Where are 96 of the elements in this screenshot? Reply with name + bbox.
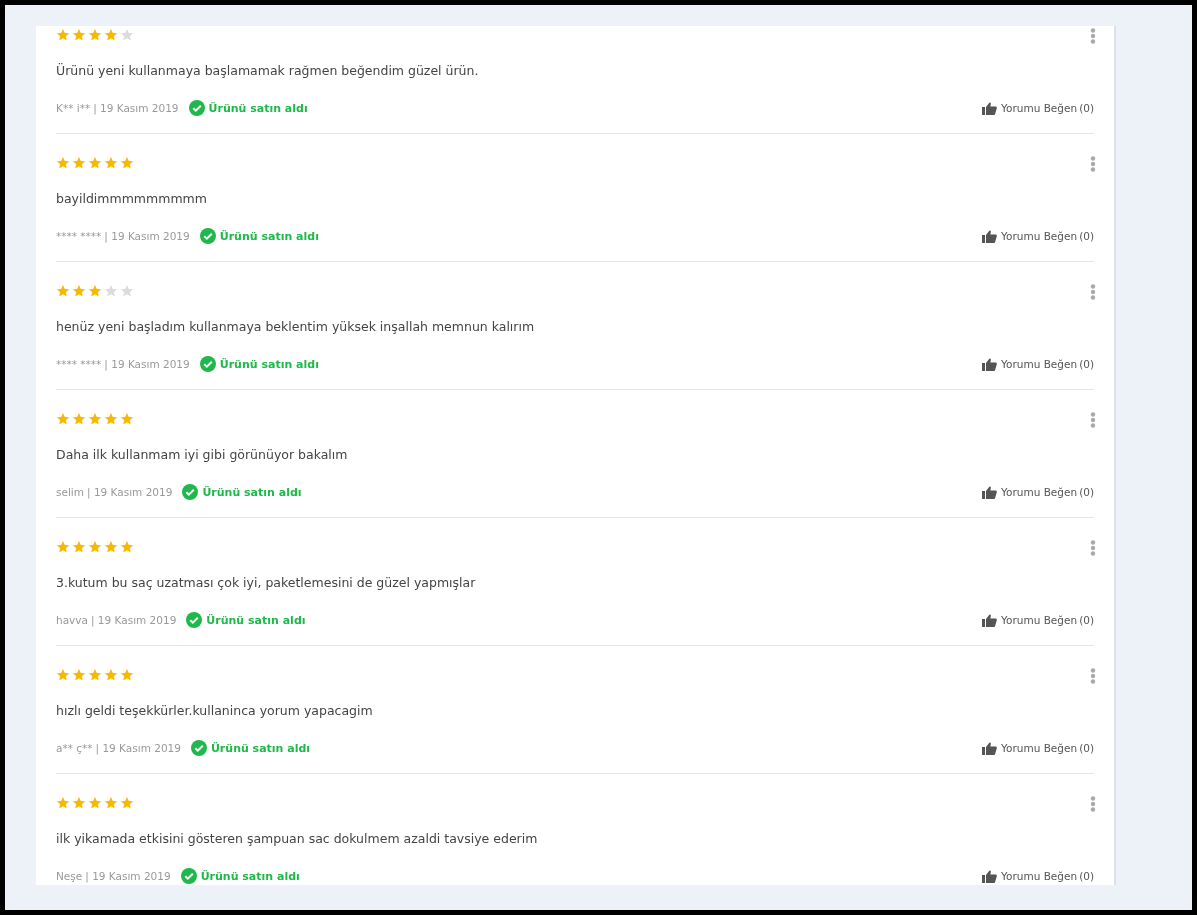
star-icon: [88, 284, 102, 298]
star-icon: [88, 412, 102, 426]
verified-purchase-label: Ürünü satın aldı: [200, 869, 300, 883]
star-icon: [56, 796, 70, 810]
review-date: | 19 Kasım 2019: [104, 230, 190, 242]
star-icon: [72, 668, 86, 682]
like-count: (0): [1079, 102, 1094, 114]
review-text: Daha ilk kullanmam iyi gibi görünüyor bakalım: [56, 447, 349, 462]
thumbs-up-icon: [982, 357, 998, 371]
review-date: | 19 Kasım 2019: [95, 742, 181, 754]
review-date: | 19 Kasım 2019: [104, 358, 190, 370]
star-icon: [56, 284, 70, 298]
thumbs-up-icon: [982, 613, 998, 627]
star-icon: [72, 156, 86, 170]
star-icon: [104, 156, 118, 170]
star-icon: [120, 668, 134, 682]
star-icon: [88, 668, 102, 682]
star-icon: [88, 28, 102, 42]
star-icon: [56, 540, 70, 554]
star-icon: [104, 412, 118, 426]
review-date: | 19 Kasım 2019: [93, 102, 179, 114]
verified-purchase-label: Ürünü satın aldı: [219, 229, 319, 243]
author-name: K** i**: [56, 102, 91, 114]
more-options-icon[interactable]: [1090, 28, 1096, 44]
star-icon: [120, 540, 134, 554]
star-icon: [56, 412, 70, 426]
more-options-icon[interactable]: [1090, 412, 1096, 428]
review-date: | 19 Kasım 2019: [85, 870, 171, 882]
thumbs-up-icon: [982, 869, 998, 883]
verified-purchase-label: Ürünü satın aldı: [219, 357, 319, 371]
like-review-button[interactable]: Yorumu Beğen: [982, 869, 1078, 883]
star-icon: [56, 156, 70, 170]
more-options-icon[interactable]: [1090, 668, 1096, 684]
author-name: havva: [56, 614, 88, 626]
review-date: | 19 Kasım 2019: [90, 614, 177, 626]
like-count: (0): [1079, 486, 1094, 498]
star-icon: [104, 668, 118, 682]
like-count: (0): [1079, 614, 1094, 626]
like-review-button[interactable]: Yorumu Beğen: [982, 357, 1078, 371]
verified-purchase-label: Ürünü satın aldı: [202, 485, 302, 499]
like-review-button[interactable]: Yorumu Beğen: [982, 229, 1078, 243]
thumbs-up-icon: [982, 229, 998, 243]
review-text: henüz yeni başladım kullanmaya beklentim yüksek inşallah memnun kalırım: [56, 319, 536, 334]
like-review-button[interactable]: Yorumu Beğen: [982, 485, 1078, 499]
star-icon: [104, 28, 118, 42]
like-count: (0): [1079, 870, 1094, 882]
star-icon: [104, 540, 118, 554]
star-icon: [88, 540, 102, 554]
like-review-button[interactable]: Yorumu Beğen: [982, 741, 1078, 755]
author-name: Neşe: [56, 870, 83, 882]
like-count: (0): [1079, 230, 1094, 242]
star-icon: [88, 796, 102, 810]
star-icon: [120, 156, 134, 170]
star-icon: [104, 796, 118, 810]
check-icon: [186, 612, 203, 628]
star-icon: [72, 412, 86, 426]
review-text: ilk yikamada etkisini gösteren şampuan sac dokulmem azaldi tavsiye ederim: [56, 831, 539, 846]
more-options-icon[interactable]: [1090, 284, 1096, 300]
like-review-button[interactable]: Yorumu Beğen: [982, 613, 1078, 627]
like-count: (0): [1079, 358, 1094, 370]
verified-purchase-label: Ürünü satın aldı: [206, 613, 306, 627]
review-text: Ürünü yeni kullanmaya başlamamak rağmen beğendim güzel ürün.: [56, 63, 480, 78]
review-text: hızlı geldi teşekkürler.kullaninca yorum yapacagim: [56, 703, 374, 718]
star-icon: [72, 28, 86, 42]
review-date: | 19 Kasım 2019: [87, 486, 173, 498]
star-icon: [88, 156, 102, 170]
star-icon: [104, 284, 118, 298]
check-icon: [199, 356, 216, 372]
thumbs-up-icon: [982, 741, 998, 755]
star-icon: [56, 668, 70, 682]
review-text: 3.kutum bu saç uzatması çok iyi, paketlemesini de güzel yapmışlar: [56, 575, 477, 590]
verified-purchase-label: Ürünü satın aldı: [210, 741, 311, 755]
check-icon: [190, 740, 207, 756]
review-text: bayildimmmmmmmmm: [56, 191, 208, 206]
star-icon: [72, 540, 86, 554]
check-icon: [199, 228, 216, 244]
star-icon: [72, 284, 86, 298]
author-name: selim: [56, 486, 84, 498]
star-icon: [120, 796, 134, 810]
star-icon: [120, 284, 134, 298]
thumbs-up-icon: [982, 101, 998, 115]
star-icon: [72, 796, 86, 810]
author-name: **** ****: [56, 358, 102, 370]
star-icon: [120, 412, 134, 426]
more-options-icon[interactable]: [1090, 156, 1096, 172]
more-options-icon[interactable]: [1090, 796, 1096, 812]
author-name: **** ****: [56, 230, 102, 242]
check-icon: [182, 484, 199, 500]
verified-purchase-label: Ürünü satın aldı: [208, 101, 308, 115]
check-icon: [188, 100, 205, 116]
like-review-button[interactable]: Yorumu Beğen: [982, 101, 1078, 115]
thumbs-up-icon: [982, 485, 998, 499]
more-options-icon[interactable]: [1090, 540, 1096, 556]
author-name: a** ç**: [56, 742, 93, 754]
like-count: (0): [1079, 742, 1094, 754]
star-icon: [56, 28, 70, 42]
